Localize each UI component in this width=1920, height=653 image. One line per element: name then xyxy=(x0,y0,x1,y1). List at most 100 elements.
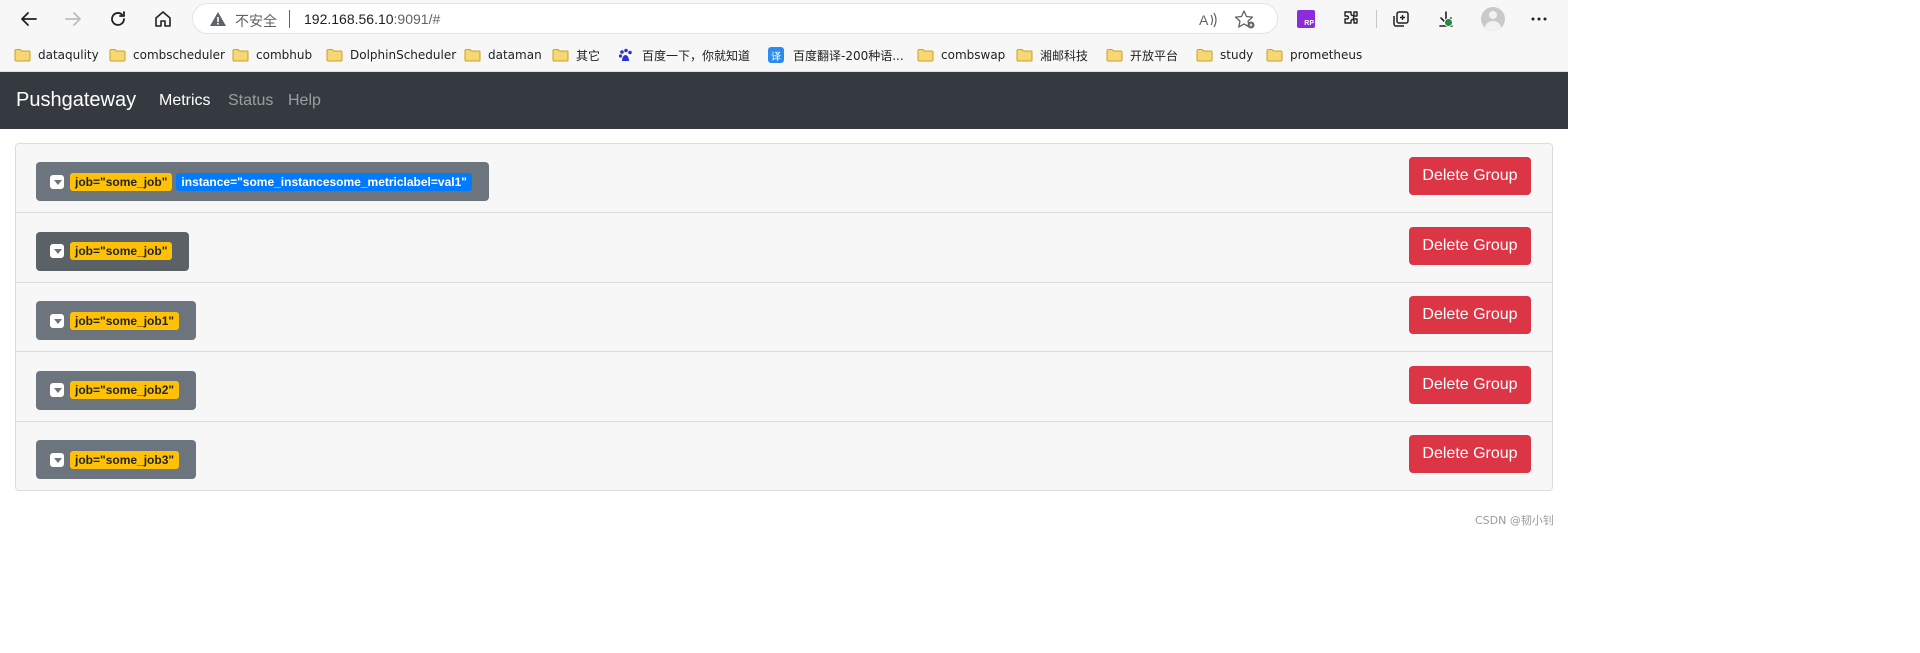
job-label-badge: job="some_job" xyxy=(70,172,173,191)
brand-title[interactable]: Pushgateway xyxy=(16,89,136,112)
delete-group-button[interactable]: Delete Group xyxy=(1409,226,1531,265)
caret-down-icon xyxy=(50,244,64,258)
extension-rp-button[interactable]: RP xyxy=(1294,7,1318,31)
toolbar-divider xyxy=(1376,10,1377,28)
bookmark-label: prometheus xyxy=(1290,48,1363,62)
metric-group-row: job="some_job" instance="some_instancesom… xyxy=(16,144,1552,213)
nav-status[interactable]: Status xyxy=(228,92,273,110)
bookmark-label: combhub xyxy=(256,48,313,62)
baidu-icon xyxy=(618,48,632,61)
more-dots-icon xyxy=(1531,17,1547,21)
forward-button[interactable] xyxy=(58,4,88,34)
extensions-button[interactable] xyxy=(1339,7,1363,31)
job-label-badge: job="some_job" xyxy=(70,242,173,260)
url-port-path: :9091/# xyxy=(393,11,441,27)
profile-avatar[interactable] xyxy=(1481,7,1505,31)
bookmark-item[interactable]: 其它 xyxy=(552,45,600,65)
folder-icon xyxy=(1266,49,1283,62)
address-bar[interactable]: 不安全 192.168.56.10:9091/# A xyxy=(192,3,1278,34)
bookmark-label: 其它 xyxy=(576,48,601,63)
downloads-button[interactable] xyxy=(1434,7,1458,31)
bookmark-item[interactable]: 百度一下，你就知道 xyxy=(618,45,750,65)
job-label-badge: job="some_job1" xyxy=(70,311,180,330)
bookmark-item[interactable]: study xyxy=(1196,45,1253,65)
security-status-label[interactable]: 不安全 xyxy=(235,11,277,31)
bookmark-label: 湘邮科技 xyxy=(1040,48,1089,63)
bookmark-label: 开放平台 xyxy=(1130,48,1179,63)
delete-group-button[interactable]: Delete Group xyxy=(1409,435,1531,473)
collections-icon xyxy=(1393,11,1409,27)
url-text[interactable]: 192.168.56.10:9091/# xyxy=(304,11,440,27)
home-button[interactable] xyxy=(148,4,178,34)
caret-down-icon xyxy=(50,383,64,397)
bookmarks-bar: dataqulity combscheduler combhub DolphinSch… xyxy=(0,38,1568,72)
folder-icon xyxy=(109,49,126,62)
delete-group-button[interactable]: Delete Group xyxy=(1409,365,1531,404)
bookmark-item[interactable]: prometheus xyxy=(1266,45,1362,65)
rp-extension-icon: RP xyxy=(1297,10,1315,28)
group-toggle-button[interactable]: job="some_job3" xyxy=(36,440,197,479)
caret-down-icon xyxy=(50,313,64,328)
folder-icon xyxy=(326,49,343,62)
more-menu-button[interactable] xyxy=(1527,7,1551,31)
bookmark-item[interactable]: DolphinScheduler xyxy=(326,45,456,65)
instance-label-badge: instance="some_instancesome_metriclabel=… xyxy=(176,172,472,191)
folder-icon xyxy=(232,49,249,62)
bookmark-item[interactable]: 译百度翻译-200种语... xyxy=(768,45,904,65)
forward-arrow-icon xyxy=(65,12,81,26)
bookmark-item[interactable]: combhub xyxy=(232,45,312,65)
bookmark-label: 百度翻译-200种语... xyxy=(793,48,904,63)
caret-down-icon xyxy=(50,174,64,189)
bookmark-item[interactable]: combswap xyxy=(917,45,1005,65)
folder-icon xyxy=(1016,49,1033,62)
home-icon xyxy=(155,11,171,27)
bookmark-label: dataman xyxy=(488,48,542,62)
bookmark-label: 百度一下，你就知道 xyxy=(642,48,751,63)
nav-metrics[interactable]: Metrics xyxy=(159,92,211,110)
warning-icon[interactable] xyxy=(209,10,227,28)
group-toggle-button[interactable]: job="some_job1" xyxy=(36,301,197,340)
bookmark-item[interactable]: 开放平台 xyxy=(1106,45,1178,65)
group-toggle-button[interactable]: job="some_job2" xyxy=(36,370,197,410)
puzzle-icon xyxy=(1344,11,1358,24)
add-favorite-icon[interactable] xyxy=(1234,9,1256,31)
group-toggle-button[interactable]: job="some_job" xyxy=(36,231,190,271)
delete-group-button[interactable]: Delete Group xyxy=(1409,296,1531,334)
folder-icon xyxy=(464,49,481,62)
job-label-badge: job="some_job2" xyxy=(70,381,180,399)
delete-group-button[interactable]: Delete Group xyxy=(1409,157,1531,195)
folder-icon xyxy=(14,49,31,62)
app-navbar: Pushgateway Metrics Status Help xyxy=(0,72,1568,129)
download-complete-badge-icon xyxy=(1444,18,1453,27)
caret-down-icon xyxy=(50,452,64,467)
refresh-icon xyxy=(111,11,125,26)
back-arrow-icon xyxy=(21,12,37,26)
bookmark-label: dataqulity xyxy=(38,48,99,62)
metric-group-row: job="some_job2" Delete Group xyxy=(16,352,1552,422)
bookmark-label: study xyxy=(1220,48,1254,62)
watermark-text: CSDN @韧小钊 xyxy=(1475,514,1554,527)
folder-icon xyxy=(917,49,934,62)
bookmark-label: combscheduler xyxy=(133,48,225,62)
bookmark-item[interactable]: combscheduler xyxy=(109,45,225,65)
svg-text:A: A xyxy=(1199,12,1209,28)
browser-toolbar: 不安全 192.168.56.10:9091/# A RP xyxy=(0,0,1568,38)
metric-group-row: job="some_job3" Delete Group xyxy=(16,422,1552,490)
collections-button[interactable] xyxy=(1389,7,1413,31)
address-divider xyxy=(289,10,290,28)
back-button[interactable] xyxy=(14,4,44,34)
folder-icon xyxy=(1106,49,1123,62)
folder-icon xyxy=(552,49,569,62)
metric-group-row: job="some_job1" Delete Group xyxy=(16,283,1552,352)
group-toggle-button[interactable]: job="some_job" instance="some_instancesom… xyxy=(36,162,489,201)
bookmark-item[interactable]: dataqulity xyxy=(14,45,99,65)
refresh-button[interactable] xyxy=(103,4,133,34)
read-aloud-icon[interactable]: A xyxy=(1197,9,1219,31)
job-label-badge: job="some_job3" xyxy=(70,450,180,469)
metric-groups-accordion: job="some_job" instance="some_instancesom… xyxy=(15,143,1553,491)
folder-icon xyxy=(1196,49,1213,62)
metric-group-row: job="some_job" Delete Group xyxy=(16,213,1552,283)
nav-help[interactable]: Help xyxy=(288,92,321,110)
bookmark-item[interactable]: dataman xyxy=(464,45,542,65)
bookmark-item[interactable]: 湘邮科技 xyxy=(1016,45,1088,65)
